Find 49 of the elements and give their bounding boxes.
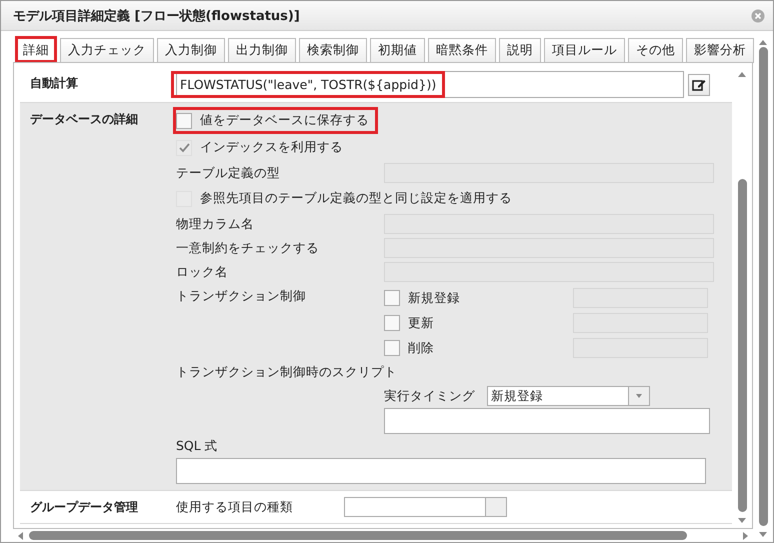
tab[interactable]: 初期値 [370,38,425,63]
section-label: データベースの詳細 [30,111,139,128]
checkbox-label: 参照先項目のテーブル定義の型と同じ設定を適用する [200,190,512,207]
tab[interactable]: 入力制御 [157,38,225,63]
edit-button[interactable] [688,74,710,96]
field-label: ロック名 [176,264,229,280]
formula-text: FLOWSTATUS("leave", TOSTR(${appid})) [171,71,446,98]
checkbox-label: 削除 [408,340,434,356]
checkbox[interactable] [176,112,192,128]
tab[interactable]: 入力チェック [60,38,154,63]
edit-icon [692,78,706,92]
tab[interactable]: 暗黙条件 [428,38,496,63]
tab[interactable]: 出力制御 [228,38,296,63]
field-label: 実行タイミング [384,388,476,404]
scroll-up-icon[interactable] [738,71,746,79]
timing-select[interactable]: 新規登録 [487,386,650,406]
scroll-down-icon[interactable] [759,530,767,538]
checkbox-label: 新規登録 [408,290,460,306]
check-icon [178,142,190,153]
section-label: 自動計算 [30,75,79,92]
field-label: SQL 式 [176,438,218,454]
script-field[interactable] [384,408,710,434]
tab[interactable]: 項目ルール [544,38,625,63]
checkbox-label: 更新 [408,314,434,332]
checkbox[interactable] [384,315,400,331]
tab[interactable]: 詳細 [15,36,57,63]
checkbox-label: インデックスを利用する [200,139,343,156]
tab[interactable]: 説明 [499,38,541,63]
tab[interactable]: その他 [628,38,683,63]
window-title: モデル項目詳細定義 [フロー状態(flowstatus)] [13,8,300,24]
close-icon[interactable] [751,8,765,22]
checkbox[interactable] [384,340,400,356]
tab[interactable]: 検索制御 [299,38,367,63]
sql-field[interactable] [176,458,706,484]
scroll-down-icon[interactable] [738,516,746,524]
scroll-right-icon[interactable] [741,532,749,540]
field-label: トランザクション制御 [176,288,307,305]
field-label: 使用する項目の種類 [176,498,294,516]
caret-icon[interactable] [635,392,643,400]
field-label: 一意制約をチェックする [176,240,320,256]
checkbox-label: 値をデータベースに保存する [200,112,369,129]
field-label: 物理カラム名 [176,216,255,232]
item-type-select[interactable] [344,497,507,517]
tab[interactable]: 影響分析 [686,38,754,63]
scroll-left-icon[interactable] [17,532,25,540]
checkbox[interactable] [384,290,400,306]
field-label: テーブル定義の型 [176,164,281,182]
field-label: トランザクション制御時のスクリプト [176,364,397,380]
section-label: グループデータ管理 [30,499,139,516]
